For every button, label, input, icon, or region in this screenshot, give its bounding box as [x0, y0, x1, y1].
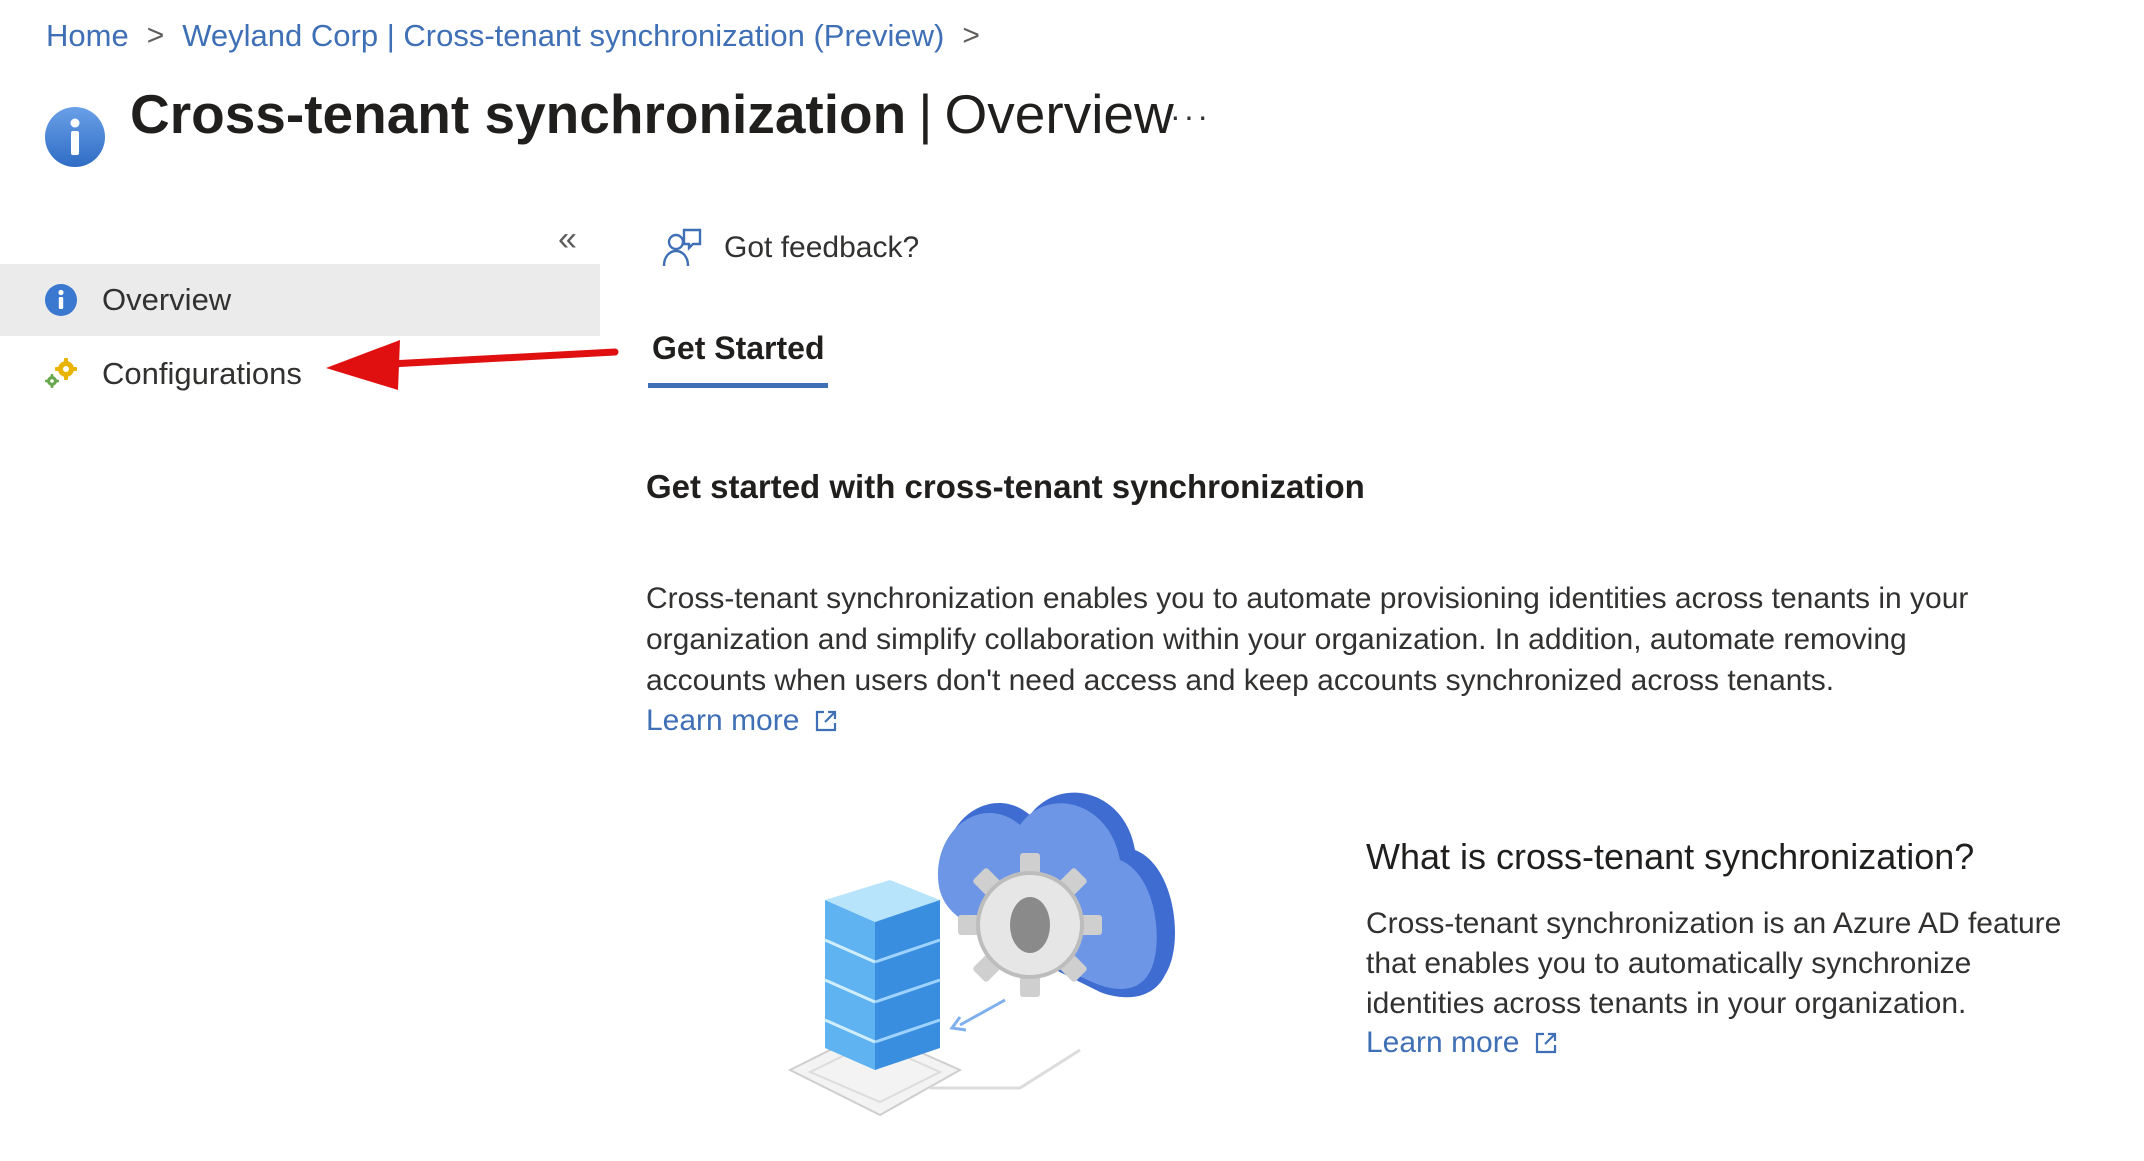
feedback-icon: [660, 226, 704, 270]
breadcrumb-separator: >: [962, 19, 980, 52]
learn-more-link[interactable]: Learn more: [646, 704, 839, 738]
breadcrumb-tenant-link[interactable]: Weyland Corp | Cross-tenant synchronizat…: [182, 18, 944, 54]
what-is-description: Cross-tenant synchronization is an Azure…: [1366, 907, 2062, 1020]
what-is-learn-more-link[interactable]: Learn more: [1366, 1026, 1559, 1060]
breadcrumb: Home > Weyland Corp | Cross-tenant synch…: [46, 18, 998, 54]
what-is-title: What is cross-tenant synchronization?: [1366, 836, 1975, 877]
description-text: Cross-tenant synchronization enables you…: [646, 582, 1969, 697]
sync-illustration: [787, 792, 1175, 1117]
section-title: Get started with cross-tenant synchroniz…: [646, 468, 1365, 505]
learn-more-label: Learn more: [1366, 1026, 1520, 1059]
feedback-button[interactable]: Got feedback?: [660, 226, 919, 270]
gears-icon: [42, 355, 80, 393]
info-icon: [44, 106, 106, 168]
annotation-arrow: [326, 340, 619, 390]
breadcrumb-separator: >: [146, 19, 165, 52]
sidebar-item-overview[interactable]: Overview: [0, 264, 600, 336]
info-icon: [42, 281, 80, 319]
page-title: Cross-tenant synchronization | Overview: [130, 82, 1174, 146]
tab-get-started[interactable]: Get Started: [648, 330, 829, 388]
feedback-label: Got feedback?: [724, 231, 920, 264]
learn-more-label: Learn more: [646, 704, 800, 737]
sidebar-item-label: Configurations: [102, 356, 302, 391]
more-options-button[interactable]: ···: [1170, 98, 1211, 135]
breadcrumb-home-link[interactable]: Home: [46, 18, 129, 54]
page-title-main: Cross-tenant synchronization: [130, 83, 907, 145]
sidebar-item-label: Overview: [102, 282, 232, 317]
external-link-icon: [1533, 1030, 1559, 1056]
collapse-sidebar-button[interactable]: «: [558, 220, 577, 259]
page-title-sub: Overview: [944, 83, 1174, 145]
page-title-separator: |: [918, 83, 933, 145]
external-link-icon: [813, 708, 839, 734]
